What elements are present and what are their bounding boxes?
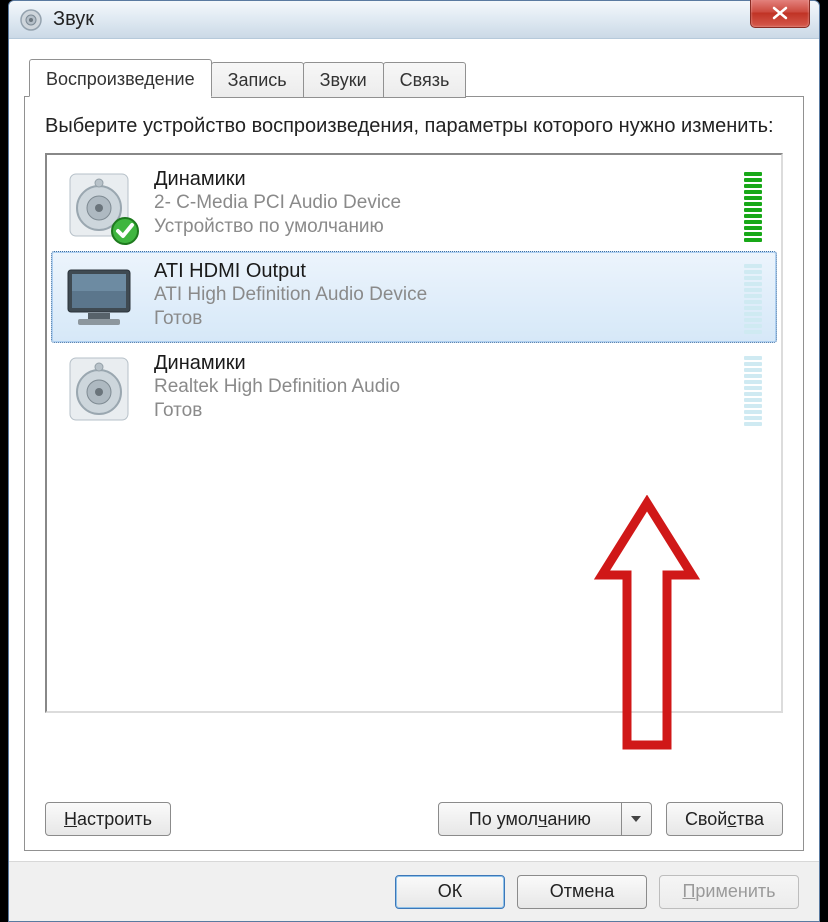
device-name: Динамики [154, 168, 736, 191]
device-row[interactable]: ATI HDMI OutputATI High Definition Audio… [51, 251, 777, 343]
client-area: ВоспроизведениеЗаписьЗвукиСвязь Выберите… [24, 59, 804, 851]
close-icon [772, 6, 788, 20]
sound-dialog-window: Звук ВоспроизведениеЗаписьЗвукиСвязь Выб… [8, 0, 820, 922]
default-device-badge-icon [110, 216, 140, 246]
level-meter [744, 354, 762, 426]
dialog-button-bar: ОК Отмена Применить [9, 861, 819, 921]
panel-button-row: Настроить По умолчанию Свойства [45, 802, 783, 836]
tab-1[interactable]: Запись [211, 62, 304, 98]
level-meter [744, 170, 762, 242]
device-row[interactable]: ДинамикиRealtek High Definition AudioГот… [51, 343, 777, 435]
device-status: Готов [154, 399, 736, 423]
set-default-button[interactable]: По умолчанию [438, 802, 622, 836]
tab-0[interactable]: Воспроизведение [29, 59, 212, 97]
playback-panel: Выберите устройство воспроизведения, пар… [24, 96, 804, 851]
apply-button[interactable]: Применить [659, 875, 799, 909]
speaker-icon [60, 166, 138, 244]
monitor-icon [60, 258, 138, 336]
device-name: ATI HDMI Output [154, 260, 736, 283]
tabstrip: ВоспроизведениеЗаписьЗвукиСвязь [24, 59, 804, 97]
level-meter [744, 262, 762, 334]
device-name: Динамики [154, 352, 736, 375]
set-default-dropdown[interactable] [622, 802, 652, 836]
configure-button[interactable]: Настроить [45, 802, 171, 836]
ok-button[interactable]: ОК [395, 875, 505, 909]
device-status: Устройство по умолчанию [154, 215, 736, 239]
chevron-down-icon [631, 816, 641, 822]
device-status: Готов [154, 307, 736, 331]
speaker-icon [60, 350, 138, 428]
device-driver: ATI High Definition Audio Device [154, 283, 736, 307]
cancel-button[interactable]: Отмена [517, 875, 647, 909]
device-driver: 2- C-Media PCI Audio Device [154, 191, 736, 215]
device-list[interactable]: Динамики2- C-Media PCI Audio DeviceУстро… [45, 153, 783, 713]
window-title: Звук [53, 8, 94, 31]
set-default-splitbutton: По умолчанию [438, 802, 652, 836]
annotation-arrow-icon [592, 495, 702, 755]
titlebar[interactable]: Звук [9, 1, 819, 39]
tab-3[interactable]: Связь [383, 62, 467, 98]
device-row[interactable]: Динамики2- C-Media PCI Audio DeviceУстро… [51, 159, 777, 251]
device-driver: Realtek High Definition Audio [154, 375, 736, 399]
tab-2[interactable]: Звуки [303, 62, 384, 98]
sound-app-icon [19, 8, 43, 32]
properties-button[interactable]: Свойства [666, 802, 783, 836]
close-button[interactable] [750, 0, 810, 28]
panel-prompt: Выберите устройство воспроизведения, пар… [45, 113, 783, 139]
